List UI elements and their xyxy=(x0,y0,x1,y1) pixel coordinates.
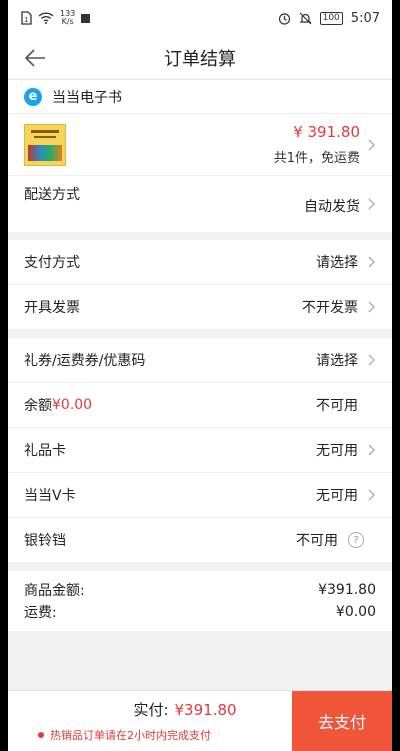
chevron-right-icon xyxy=(368,301,375,313)
chevron-right-icon xyxy=(368,444,375,456)
shop-row: e 当当电子书 xyxy=(8,80,392,114)
chevron-right-icon xyxy=(368,489,375,501)
balance-amount: ¥0.00 xyxy=(52,397,93,413)
row-value: 无可用 xyxy=(316,443,358,459)
help-icon[interactable]: ? xyxy=(348,532,364,548)
chevron-right-icon xyxy=(368,139,375,150)
row-label: 开具发票 xyxy=(24,300,80,316)
balance-row: 余额 ¥0.00 不可用 xyxy=(8,383,392,428)
row-label: 当当V卡 xyxy=(24,488,76,504)
gift-card-row[interactable]: 礼品卡 无可用 xyxy=(8,428,392,473)
sim-icon: 1 xyxy=(21,11,32,25)
shipping-method-row[interactable]: 配送方式 自动发货 xyxy=(8,176,392,232)
row-label: 银铃铛 xyxy=(24,533,66,549)
coupon-row[interactable]: 礼券/运费券/优惠码 请选择 xyxy=(8,338,392,383)
battery-indicator: 100 xyxy=(319,11,343,25)
freight-label: 运费: xyxy=(24,605,57,621)
row-label: 余额 xyxy=(24,398,52,414)
notice-dot-icon xyxy=(38,732,44,738)
row-value: 不开发票 xyxy=(302,300,358,316)
row-value: 不可用 xyxy=(316,398,358,414)
row-label: 支付方式 xyxy=(24,255,80,271)
goods-amount-value: ¥391.80 xyxy=(318,582,376,598)
mute-icon xyxy=(299,12,312,24)
row-label: 礼品卡 xyxy=(24,443,66,459)
chevron-right-icon xyxy=(368,198,375,210)
row-value: 请选择 xyxy=(316,353,358,369)
shipping-label: 配送方式 xyxy=(24,187,80,203)
status-bar: 1 133 K/s 100 5:07 xyxy=(8,0,392,36)
wifi-icon xyxy=(38,12,54,24)
shop-name: 当当电子书 xyxy=(52,89,122,106)
payment-method-row[interactable]: 支付方式 请选择 xyxy=(8,240,392,285)
svg-text:1: 1 xyxy=(24,16,28,24)
back-arrow-icon[interactable] xyxy=(24,48,46,68)
silver-bell-row: 银铃铛 不可用 ? xyxy=(8,518,392,563)
freight-value: ¥0.00 xyxy=(335,604,376,620)
product-count: 共1件，免运费 xyxy=(273,151,360,166)
notification-icon xyxy=(81,13,91,23)
checkout-bar: 实付: ¥391.80 热销品订单请在2小时内完成支付 去支付 xyxy=(8,690,392,751)
nav-header: 订单结算 xyxy=(8,36,392,80)
shop-logo-icon: e xyxy=(24,87,42,106)
payment-notice: 热销品订单请在2小时内完成支付 xyxy=(38,727,292,743)
v-card-row[interactable]: 当当V卡 无可用 xyxy=(8,473,392,518)
pay-button[interactable]: 去支付 xyxy=(292,691,392,751)
shipping-value: 自动发货 xyxy=(304,199,360,215)
chevron-right-icon xyxy=(368,354,375,366)
app-screen: 1 133 K/s 100 5:07 订单结算 e 当当电子书 ¥ 391.80… xyxy=(8,0,392,751)
alarm-icon xyxy=(278,12,290,25)
product-thumbnail xyxy=(24,123,66,166)
invoice-row[interactable]: 开具发票 不开发票 xyxy=(8,285,392,330)
goods-amount-label: 商品金额: xyxy=(24,583,85,599)
product-price: ¥ 391.80 xyxy=(293,123,360,141)
network-speed: 133 K/s xyxy=(60,9,76,26)
row-value: 不可用 xyxy=(296,533,338,549)
row-value: 请选择 xyxy=(316,255,358,271)
chevron-right-icon xyxy=(368,256,375,268)
total-amount: 实付: ¥391.80 xyxy=(133,701,237,719)
order-summary: 商品金额: ¥391.80 运费: ¥0.00 xyxy=(8,571,392,631)
row-label: 礼券/运费券/优惠码 xyxy=(24,353,146,369)
page-title: 订单结算 xyxy=(164,48,236,70)
order-card: e 当当电子书 ¥ 391.80 共1件，免运费 配送方式 自动发货 xyxy=(8,80,392,232)
row-value: 无可用 xyxy=(316,488,358,504)
clock: 5:07 xyxy=(350,10,380,26)
product-row[interactable]: ¥ 391.80 共1件，免运费 xyxy=(8,114,392,176)
